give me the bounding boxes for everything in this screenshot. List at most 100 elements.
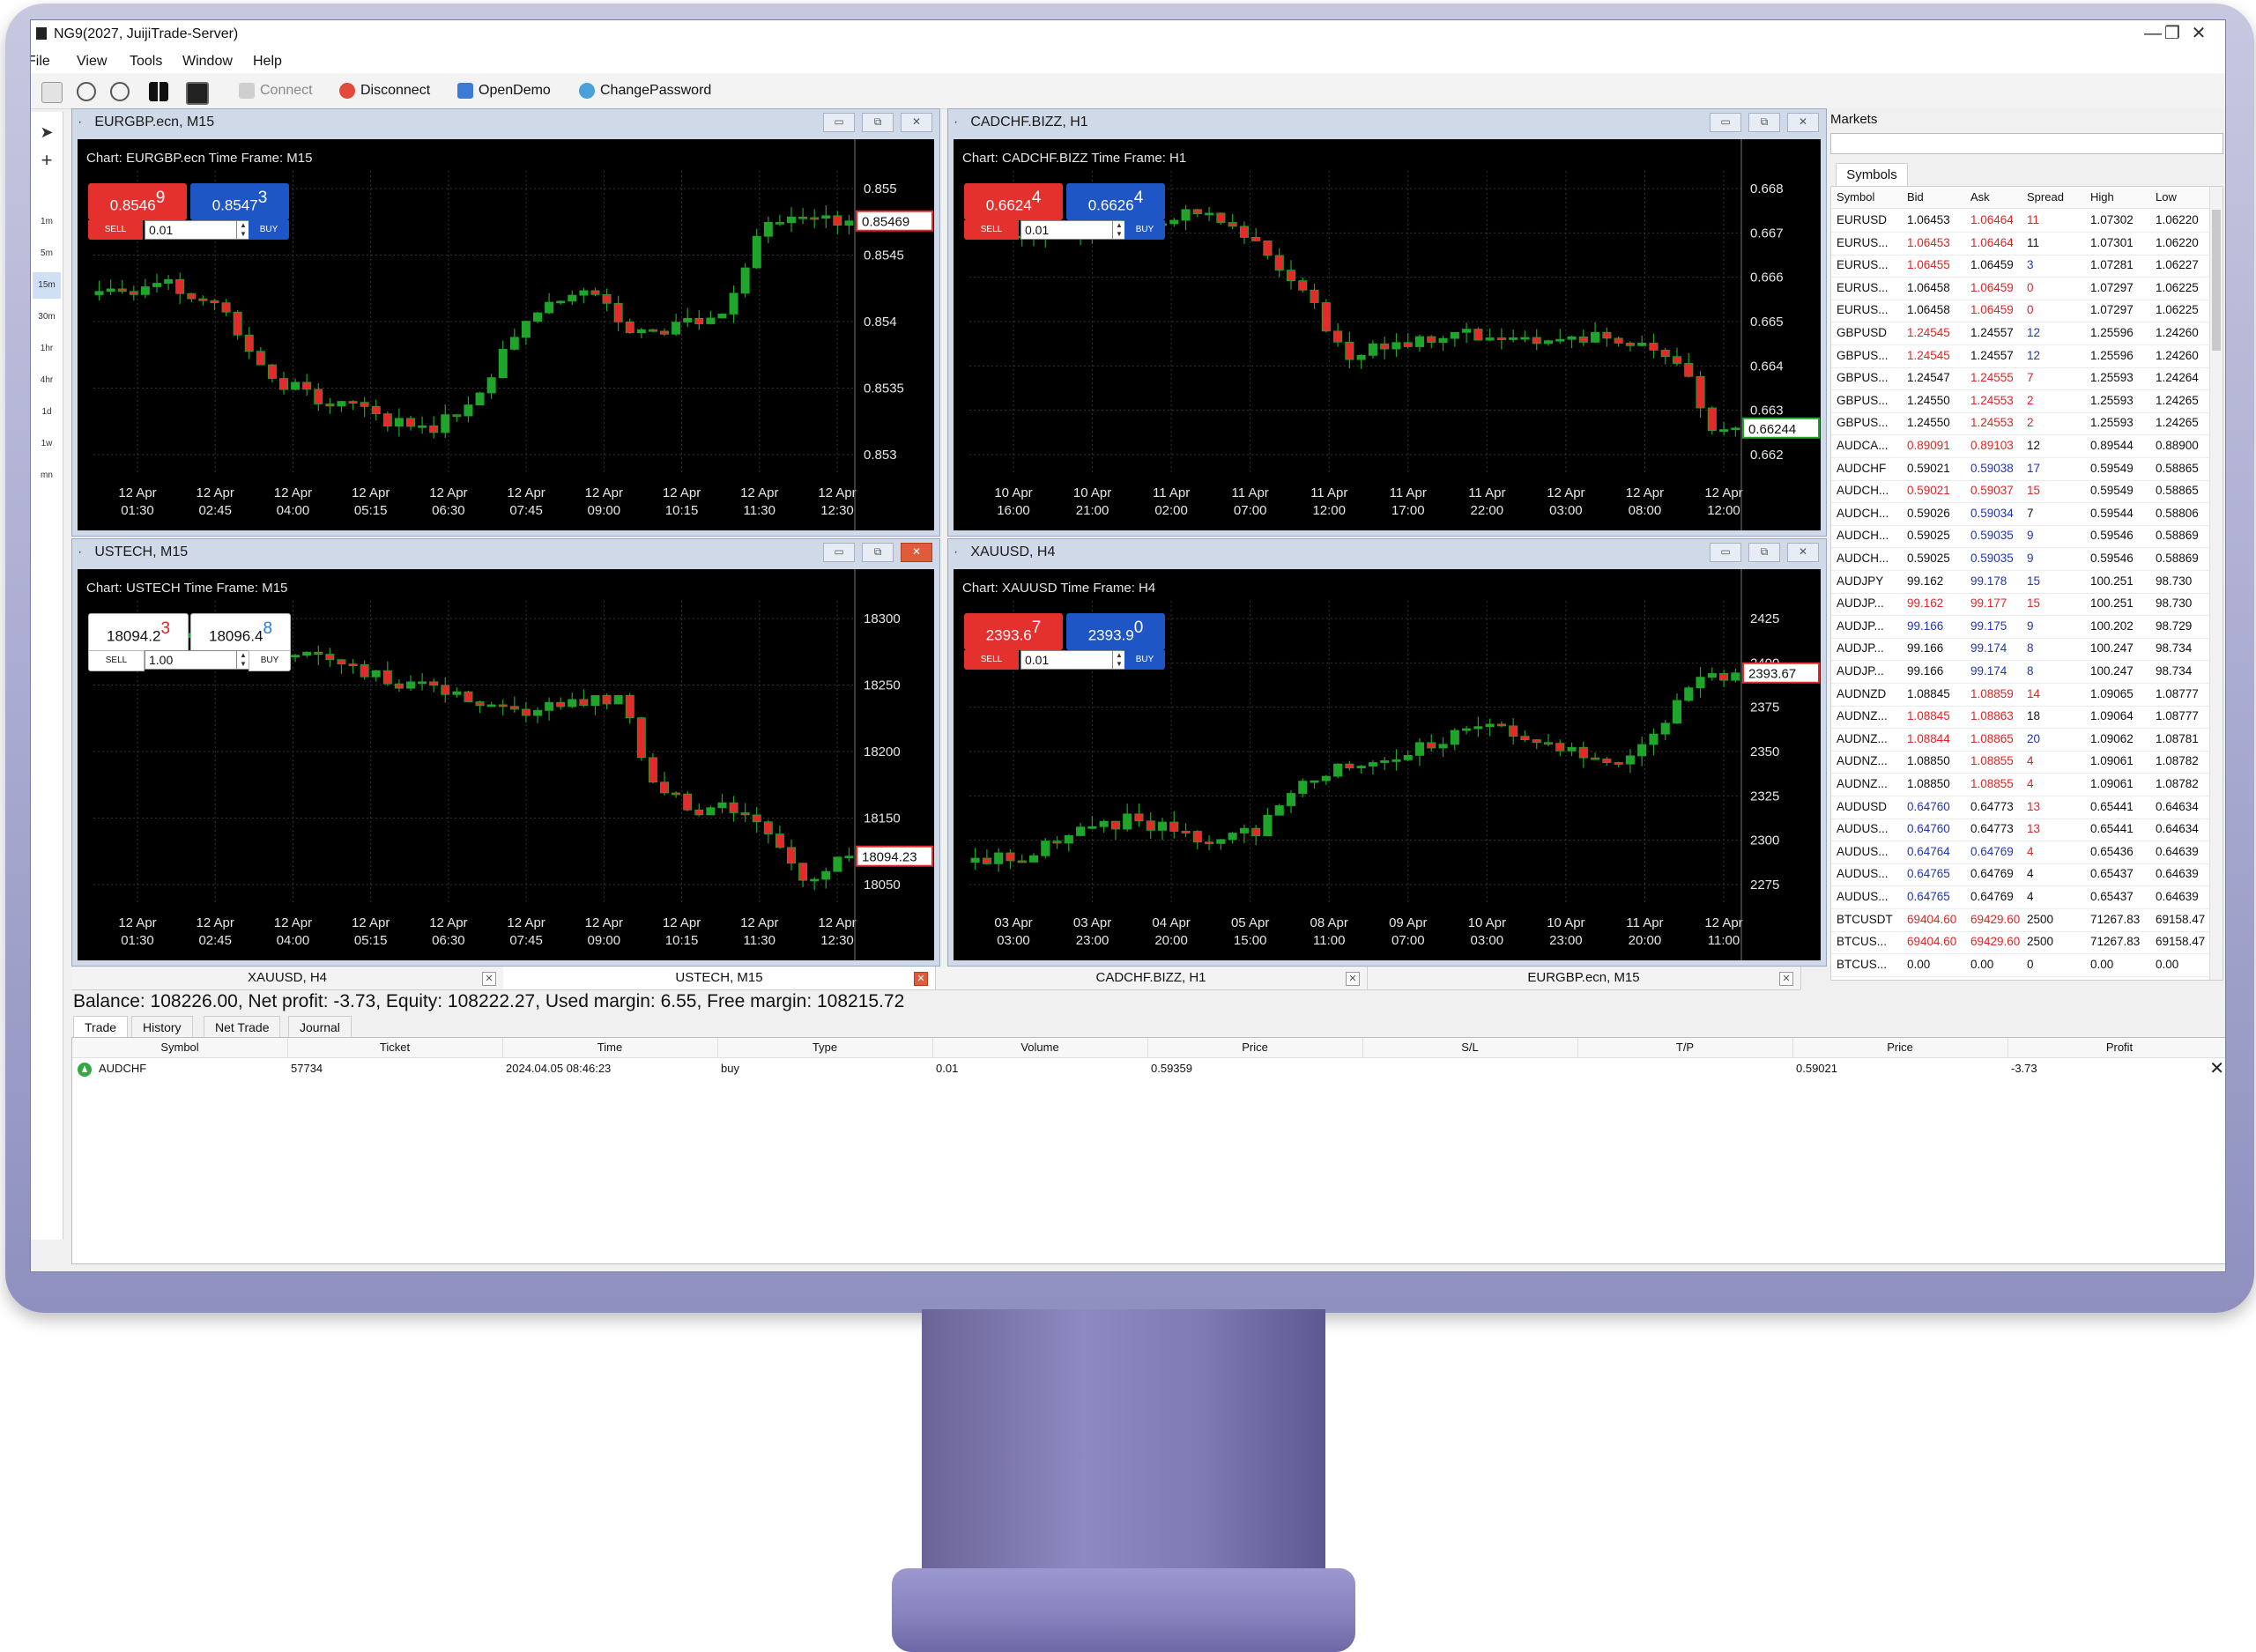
buy-label[interactable]: BUY xyxy=(249,650,291,671)
cursor-icon[interactable]: ➤ xyxy=(33,119,61,145)
menu-file[interactable]: File xyxy=(31,54,50,70)
market-row[interactable]: AUDUS... 0.64760 0.64773 13 0.65441 0.64634 xyxy=(1831,819,2210,842)
cascade-windows-icon[interactable] xyxy=(186,82,209,105)
crosshair-icon[interactable]: + xyxy=(33,147,61,174)
market-row[interactable]: AUDJP... 99.166 99.174 8 100.247 98.734 xyxy=(1831,638,2210,662)
sell-label[interactable]: SELL xyxy=(964,220,1019,240)
chart-window-xauusd[interactable]: XAUUSD, H4▭⧉✕242524002375235023252300227… xyxy=(947,538,1827,967)
lot-size-input[interactable]: 0.01 ▲ ▼ xyxy=(1020,650,1126,670)
market-row[interactable]: AUDUS... 0.64765 0.64769 4 0.65437 0.64639 xyxy=(1831,863,2210,887)
sell-button[interactable]: 0.66244 xyxy=(964,183,1063,220)
scrollbar-thumb[interactable] xyxy=(2212,210,2221,351)
market-row[interactable]: AUDCH... 0.59021 0.59037 15 0.59549 0.58865 xyxy=(1831,480,2210,504)
market-row[interactable]: AUDJP... 99.162 99.177 15 100.251 98.730 xyxy=(1831,593,2210,617)
buy-label[interactable]: BUY xyxy=(249,220,289,240)
market-row[interactable]: AUDUSD 0.64760 0.64773 13 0.65441 0.64634 xyxy=(1831,796,2210,819)
maximize-chart-button[interactable]: ⧉ xyxy=(1748,543,1780,562)
chart-canvas[interactable]: 18300 18250 18200 18150 18050 12 Apr 01:30 12 A… xyxy=(78,569,934,960)
market-row[interactable]: GBPUS... 1.24550 1.24553 2 1.25593 1.24265 xyxy=(1831,412,2210,436)
col-bid[interactable]: Bid xyxy=(1907,190,1924,204)
market-row[interactable]: AUDNZD 1.08845 1.08859 14 1.09065 1.08777 xyxy=(1831,684,2210,707)
col-volume[interactable]: Volume xyxy=(932,1038,1148,1057)
market-row[interactable]: EURUS... 1.06458 1.06459 0 1.07297 1.06225 xyxy=(1831,300,2210,323)
col-tp[interactable]: T/P xyxy=(1577,1038,1793,1057)
minimize-chart-button[interactable]: ▭ xyxy=(823,543,855,562)
timeframe-1hr[interactable]: 1hr xyxy=(33,336,61,362)
buy-button[interactable]: 0.66264 xyxy=(1066,183,1165,220)
sell-button[interactable]: 2393.67 xyxy=(964,613,1063,650)
timeframe-5m[interactable]: 5m xyxy=(33,241,61,267)
col-sl[interactable]: S/L xyxy=(1362,1038,1578,1057)
close-tab-icon[interactable]: ✕ xyxy=(1779,972,1793,986)
buy-label[interactable]: BUY xyxy=(1124,650,1165,670)
timeframe-30m[interactable]: 30m xyxy=(33,304,61,330)
market-row[interactable]: AUDNZ... 1.08850 1.08855 4 1.09061 1.08782 xyxy=(1831,774,2210,796)
chart-tab-xauusd[interactable]: XAUUSD, H4 ✕ xyxy=(71,967,504,989)
market-row[interactable]: BTCUS... 69404.60 69429.60 2500 71267.83 6915… xyxy=(1831,931,2210,955)
chart-window-ustech[interactable]: USTECH, M15▭⧉✕18300182501820018150180501… xyxy=(71,538,940,967)
close-window-button[interactable]: ✕ xyxy=(2181,22,2216,45)
connect-button[interactable]: Connect xyxy=(239,80,313,101)
close-chart-button[interactable]: ✕ xyxy=(1787,113,1819,132)
col-symbol[interactable]: Symbol xyxy=(1837,190,1874,204)
tab-journal[interactable]: Journal xyxy=(288,1016,352,1038)
market-row[interactable]: AUDCHF 0.59021 0.59038 17 0.59549 0.58865 xyxy=(1831,458,2210,481)
menu-help[interactable]: Help xyxy=(253,54,282,70)
timeframe-1d[interactable]: 1d xyxy=(33,399,61,426)
maximize-chart-button[interactable]: ⧉ xyxy=(862,113,894,132)
minimize-chart-button[interactable]: ▭ xyxy=(1710,113,1741,132)
market-row[interactable]: AUDCA... 0.89091 0.89103 12 0.89544 0.88900 xyxy=(1831,435,2210,458)
menu-tools[interactable]: Tools xyxy=(130,54,162,70)
market-row[interactable]: GBPUS... 1.24547 1.24555 7 1.25593 1.24264 xyxy=(1831,367,2210,391)
sell-label[interactable]: SELL xyxy=(88,650,145,671)
lot-spinner[interactable]: ▲ ▼ xyxy=(1112,221,1125,239)
close-chart-button[interactable]: ✕ xyxy=(1787,543,1819,562)
sell-label[interactable]: SELL xyxy=(964,650,1019,670)
market-row[interactable]: AUDNZ... 1.08845 1.08863 18 1.09064 1.08777 xyxy=(1831,706,2210,730)
market-row[interactable]: AUDNZ... 1.08844 1.08865 20 1.09062 1.08781 xyxy=(1831,729,2210,752)
market-row[interactable]: AUDNZ... 1.08850 1.08855 4 1.09061 1.08782 xyxy=(1831,751,2210,774)
col-type[interactable]: Type xyxy=(717,1038,933,1057)
close-tab-icon[interactable]: ✕ xyxy=(482,972,496,986)
lot-size-input[interactable]: 1.00 ▲ ▼ xyxy=(145,650,250,670)
close-tab-icon[interactable]: ✕ xyxy=(1346,972,1360,986)
buy-button[interactable]: 2393.90 xyxy=(1066,613,1165,650)
market-row[interactable]: AUDJPY 99.162 99.178 15 100.251 98.730 xyxy=(1831,571,2210,594)
tile-windows-icon[interactable] xyxy=(149,82,168,101)
lot-size-input[interactable]: 0.01 ▲ ▼ xyxy=(1020,220,1126,240)
market-row[interactable]: EURUS... 1.06453 1.06464 11 1.07301 1.06220 xyxy=(1831,233,2210,256)
timeframe-mn[interactable]: mn xyxy=(33,463,61,489)
chart-canvas[interactable]: 0.668 0.667 0.666 0.665 0.664 0.663 0.662 10 Ap… xyxy=(954,139,1821,530)
col-spread[interactable]: Spread xyxy=(2027,190,2064,204)
chart-window-cadchf[interactable]: CADCHF.BIZZ, H1▭⧉✕0.6680.6670.6660.6650.… xyxy=(947,108,1827,537)
sell-button[interactable]: 0.85469 xyxy=(88,183,187,220)
market-row[interactable]: GBPUS... 1.24545 1.24557 12 1.25596 1.24260 xyxy=(1831,345,2210,368)
market-row[interactable]: AUDCH... 0.59026 0.59034 7 0.59544 0.58806 xyxy=(1831,503,2210,526)
open-demo-button[interactable]: OpenDemo xyxy=(457,80,551,101)
lot-spinner[interactable]: ▲ ▼ xyxy=(1112,651,1125,669)
col-high[interactable]: High xyxy=(2090,190,2114,204)
sell-label[interactable]: SELL xyxy=(88,220,143,240)
col-symbol[interactable]: Symbol xyxy=(72,1038,288,1057)
lot-size-input[interactable]: 0.01 ▲ ▼ xyxy=(145,220,250,240)
maximize-chart-button[interactable]: ⧉ xyxy=(1748,113,1780,132)
menu-window[interactable]: Window xyxy=(182,54,233,70)
col-ticket[interactable]: Ticket xyxy=(287,1038,503,1057)
market-row[interactable]: AUDCH... 0.59025 0.59035 9 0.59546 0.58869 xyxy=(1831,525,2210,549)
buy-button[interactable]: 0.85473 xyxy=(190,183,289,220)
col-ask[interactable]: Ask xyxy=(1970,190,1990,204)
chart-canvas[interactable]: 0.855 0.8545 0.854 0.8535 0.853 12 Apr 01:30 12… xyxy=(78,139,934,530)
market-row[interactable]: EURUS... 1.06455 1.06459 3 1.07281 1.06227 xyxy=(1831,255,2210,278)
markets-scrollbar[interactable] xyxy=(2209,187,2223,980)
minimize-chart-button[interactable]: ▭ xyxy=(823,113,855,132)
tab-history[interactable]: History xyxy=(131,1016,193,1038)
maximize-chart-button[interactable]: ⧉ xyxy=(862,543,894,562)
col-low[interactable]: Low xyxy=(2156,190,2177,204)
col-time[interactable]: Time xyxy=(502,1038,718,1057)
timeframe-1m[interactable]: 1m xyxy=(33,209,61,235)
close-tab-icon[interactable]: ✕ xyxy=(914,972,928,986)
market-row[interactable]: EURUS... 1.06458 1.06459 0 1.07297 1.06225 xyxy=(1831,278,2210,300)
col-price[interactable]: Price xyxy=(1147,1038,1363,1057)
market-row[interactable]: GBPUSD 1.24545 1.24557 12 1.25596 1.24260 xyxy=(1831,322,2210,345)
col-profit[interactable]: Profit xyxy=(2007,1038,2225,1057)
